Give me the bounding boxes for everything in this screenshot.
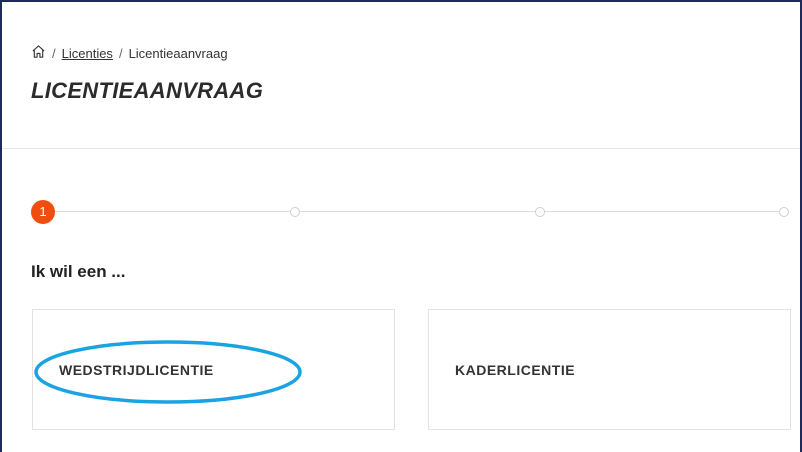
step-4-dot [779,207,789,217]
option-label: WEDSTRIJDLICENTIE [59,362,214,378]
stepper-track [43,211,787,212]
home-icon[interactable] [31,44,46,62]
step-2-dot [290,207,300,217]
step-1-active: 1 [31,200,55,224]
step-3-dot [535,207,545,217]
breadcrumb-separator: / [118,45,123,61]
breadcrumb-link-licenties[interactable]: Licenties [62,46,113,61]
breadcrumb-separator: / [52,45,56,61]
option-card-kaderlicentie[interactable]: KADERLICENTIE [428,309,791,430]
stepper: 1 [31,200,791,224]
header-divider [2,148,800,149]
question-label: Ik wil een ... [31,262,126,281]
breadcrumb: / Licenties / Licentieaanvraag [31,44,228,62]
option-card-wedstrijdlicentie[interactable]: WEDSTRIJDLICENTIE [32,309,395,430]
breadcrumb-current: Licentieaanvraag [128,45,228,61]
option-label: KADERLICENTIE [455,362,576,378]
page-title: LICENTIEAANVRAAG [31,78,264,103]
